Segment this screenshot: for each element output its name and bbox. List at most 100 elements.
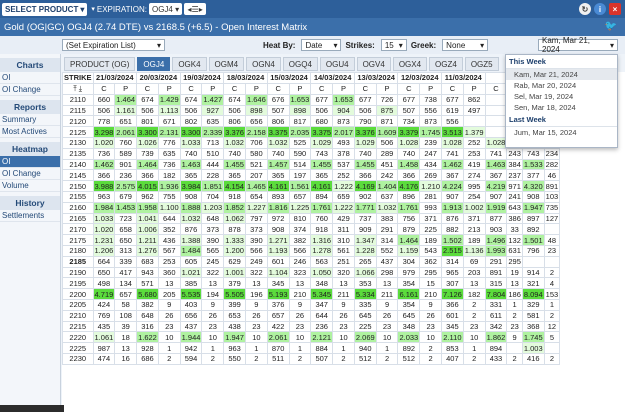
date-select[interactable]: Kam, Mar 21, 2024 ▾	[538, 36, 618, 54]
put-oi-cell: 371	[462, 212, 486, 225]
tab-ogz4[interactable]: OGZ4	[429, 57, 463, 71]
dropdown-item[interactable]: Sen, Mar 18, 2024	[506, 102, 617, 113]
put-oi-cell: 9	[506, 331, 523, 344]
put-oi-cell: 322	[201, 266, 225, 279]
date-header: 19/03/2024	[179, 72, 225, 84]
tab-ogv4[interactable]: OGV4	[356, 57, 391, 71]
dropdown-item[interactable]: Kam, Mar 21, 2024	[506, 69, 617, 80]
put-oi-cell: 295	[419, 266, 443, 279]
sidebar-item-heatmap-oi[interactable]: OI	[0, 156, 60, 168]
sidebar-item-most-actives[interactable]: Most Actives	[0, 126, 60, 138]
strike-cell: 2170	[62, 223, 94, 236]
call-oi-cell: 307	[441, 277, 464, 290]
put-oi-cell: 9	[375, 298, 399, 311]
close-icon[interactable]: ×	[609, 3, 621, 15]
call-oi-cell: 507	[310, 352, 334, 365]
put-oi-cell: 295	[506, 255, 523, 268]
sidebar-item-summary[interactable]: Summary	[0, 114, 60, 126]
refresh-icon[interactable]: ↻	[579, 3, 591, 15]
put-oi-cell: 1	[244, 342, 268, 354]
strikes-value: 15	[384, 40, 394, 50]
tab-ogm4[interactable]: OGM4	[208, 57, 245, 71]
select-product-button[interactable]: SELECT PRODUCT ▾	[2, 2, 88, 16]
strikes-label: Strikes:	[345, 40, 375, 50]
list-view-button[interactable]: ◂ ☰ ▸	[184, 3, 207, 15]
call-oi-cell	[484, 93, 508, 106]
call-oi-cell: 4.169	[353, 180, 377, 192]
put-oi-cell: 1.161	[114, 104, 138, 117]
call-oi-cell: 806	[223, 115, 246, 128]
table-row: 2120 778 651 801 671 802 635 806 656 806 817 680 873…	[62, 115, 561, 128]
call-oi-cell: 331	[484, 298, 508, 311]
call-oi-cell: 1.033	[92, 212, 116, 225]
dropdown-item[interactable]: Jum, Mar 15, 2024	[506, 127, 617, 138]
table-row: 2130 1.020 760 1.026 776 1.033 713 1.032 706 1.03…	[62, 136, 561, 149]
put-oi-cell	[543, 255, 561, 268]
call-oi-cell: 365	[223, 169, 246, 182]
tab-ogn4[interactable]: OGN4	[246, 57, 281, 71]
strikes-select[interactable]: 15 ▾	[380, 39, 407, 51]
put-oi-cell: 1.464	[114, 93, 138, 106]
greek-select[interactable]: None ▾	[442, 39, 489, 51]
put-oi-cell: 755	[157, 190, 181, 203]
call-oi-cell: 433	[484, 352, 508, 365]
put-oi-cell: 23	[157, 320, 181, 333]
call-oi-cell: 342	[484, 320, 508, 333]
put-oi-cell: 556	[419, 104, 443, 117]
put-oi-cell: 2	[332, 352, 355, 365]
tab-ogu4[interactable]: OGU4	[319, 57, 355, 71]
dropdown-item[interactable]: Sel, Mar 19, 2024	[506, 91, 617, 102]
date-header: 15/03/2024	[266, 72, 312, 84]
call-oi-cell: 1.458	[397, 158, 421, 171]
put-oi-cell: 2	[506, 309, 523, 322]
sort-icon[interactable]: ⤒ ⤓	[62, 82, 94, 95]
call-oi-cell: 5.680	[136, 288, 159, 300]
call-oi-cell: 1.316	[310, 234, 334, 246]
call-oi-cell: 740	[223, 147, 246, 160]
select-product-label: SELECT PRODUCT	[5, 4, 79, 14]
heat-by-select[interactable]: Date ▾	[301, 39, 342, 51]
strike-header: STRIKE	[62, 72, 94, 84]
sidebar-item-volume[interactable]: Volume	[0, 180, 60, 192]
put-oi-cell: 1.936	[157, 180, 181, 192]
call-oi-cell: 345	[441, 320, 464, 333]
put-oi-cell: 1	[543, 298, 561, 311]
put-oi-cell: 1	[288, 342, 312, 354]
put-oi-cell: 552	[375, 244, 399, 257]
info-icon[interactable]: i	[594, 3, 606, 15]
put-oi-cell: 9	[419, 298, 443, 311]
tab-ogz5[interactable]: OGZ5	[464, 57, 499, 71]
call-oi-cell: 507	[397, 104, 421, 117]
put-oi-cell: 352	[157, 223, 181, 236]
sidebar-item-oi[interactable]: OI	[0, 72, 60, 84]
twitter-icon[interactable]: 🐦	[605, 21, 617, 32]
strike-cell: 2130	[62, 136, 94, 149]
call-oi-cell: 1.761	[310, 201, 334, 214]
tab-ogj4[interactable]: OGJ4	[137, 57, 171, 71]
put-oi-cell	[462, 115, 486, 128]
tab-ogq4[interactable]: OGQ4	[282, 57, 318, 71]
dropdown-item[interactable]: Rab, Mar 20, 2024	[506, 80, 617, 91]
put-oi-cell: 2	[419, 352, 443, 365]
sidebar-item-settlements[interactable]: Settlements	[0, 210, 60, 222]
put-oi-cell: 506	[375, 136, 399, 149]
put-oi-cell: 927	[201, 104, 225, 117]
call-oi-cell: 1.944	[179, 331, 203, 344]
tab-ogx4[interactable]: OGX4	[392, 57, 428, 71]
call-oi-cell: 437	[179, 320, 203, 333]
call-oi-cell: 2.061	[266, 331, 290, 344]
tab-ogk4[interactable]: OGK4	[172, 57, 207, 71]
put-oi-cell: 103	[543, 190, 561, 203]
tab-product[interactable]: PRODUCT (OG)	[64, 57, 136, 71]
put-oi-cell: 9	[288, 298, 312, 311]
put-oi-cell: 497	[462, 104, 486, 117]
sidebar-item-oi-change[interactable]: OI Change	[0, 84, 60, 96]
put-oi-cell: 566	[244, 244, 268, 257]
call-oi-cell: 740	[266, 147, 290, 160]
expiration-list-select[interactable]: (Set Expiration List) ▾	[62, 39, 165, 51]
sidebar-item-heatmap-oi-change[interactable]: OI Change	[0, 168, 60, 180]
call-oi-cell: 683	[136, 255, 159, 268]
call-oi-cell: 1.062	[223, 212, 246, 225]
call-oi-cell: 353	[353, 277, 377, 290]
expiration-select[interactable]: OGJ4 ▾	[148, 3, 183, 15]
